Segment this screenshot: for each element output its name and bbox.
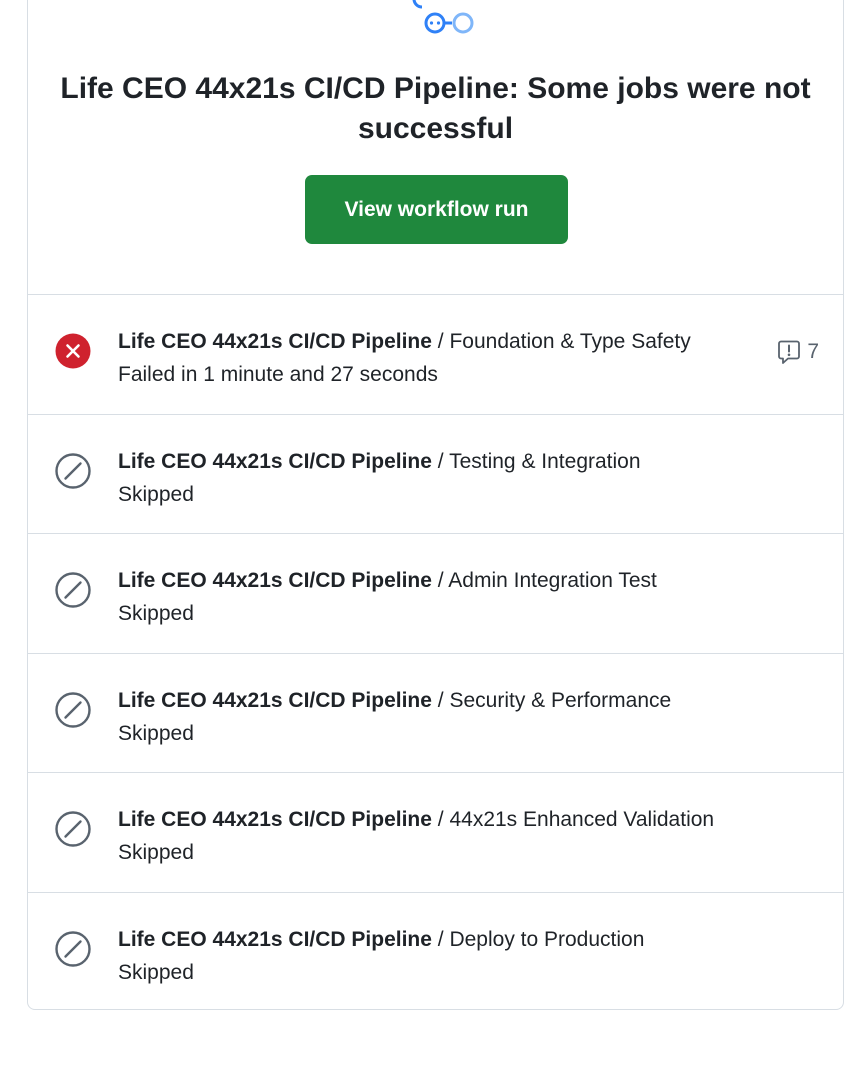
- comment-alert-icon: [778, 340, 801, 364]
- job-title: Life CEO 44x21s CI/CD Pipeline / Securit…: [118, 684, 753, 717]
- job-status: Skipped: [118, 602, 194, 625]
- skip-icon: [55, 811, 91, 847]
- job-text: Life CEO 44x21s CI/CD Pipeline / Deploy …: [118, 923, 753, 989]
- annotations-number: 7: [807, 340, 819, 363]
- job-title: Life CEO 44x21s CI/CD Pipeline / 44x21s …: [118, 803, 753, 836]
- view-workflow-run-button[interactable]: View workflow run: [305, 175, 568, 244]
- job-text: Life CEO 44x21s CI/CD Pipeline / Foundat…: [118, 325, 753, 391]
- job-name: / Foundation & Type Safety: [431, 330, 691, 353]
- x-circle-fill-icon: [55, 333, 91, 369]
- job-row[interactable]: Life CEO 44x21s CI/CD Pipeline / Foundat…: [28, 295, 843, 415]
- job-title: Life CEO 44x21s CI/CD Pipeline / Admin I…: [118, 564, 753, 597]
- jobs-list: Life CEO 44x21s CI/CD Pipeline / Foundat…: [28, 295, 843, 1012]
- job-row[interactable]: Life CEO 44x21s CI/CD Pipeline / Testing…: [28, 415, 843, 534]
- job-row[interactable]: Life CEO 44x21s CI/CD Pipeline / 44x21s …: [28, 773, 843, 893]
- job-status: Failed in 1 minute and 27 seconds: [118, 363, 438, 386]
- job-name: / Security & Performance: [431, 688, 672, 712]
- job-workflow-name: Life CEO 44x21s CI/CD Pipeline: [118, 927, 432, 951]
- job-name: / Admin Integration Test: [431, 569, 657, 592]
- job-name: / Testing & Integration: [431, 449, 641, 473]
- job-title: Life CEO 44x21s CI/CD Pipeline / Testing…: [118, 445, 753, 478]
- job-row[interactable]: Life CEO 44x21s CI/CD Pipeline / Securit…: [28, 654, 843, 773]
- job-workflow-name: Life CEO 44x21s CI/CD Pipeline: [118, 449, 432, 473]
- job-workflow-name: Life CEO 44x21s CI/CD Pipeline: [118, 569, 432, 592]
- annotations-count[interactable]: 7: [775, 337, 819, 367]
- job-row[interactable]: Life CEO 44x21s CI/CD Pipeline / Admin I…: [28, 534, 843, 654]
- job-name: / 44x21s Enhanced Validation: [431, 808, 715, 831]
- skip-icon: [55, 452, 91, 489]
- skip-icon: [55, 691, 91, 728]
- job-text: Life CEO 44x21s CI/CD Pipeline / Testing…: [118, 445, 753, 511]
- job-title: Life CEO 44x21s CI/CD Pipeline / Foundat…: [118, 325, 753, 358]
- skip-icon: [55, 930, 91, 967]
- job-workflow-name: Life CEO 44x21s CI/CD Pipeline: [118, 688, 432, 712]
- card-header: Life CEO 44x21s CI/CD Pipeline: Some job…: [28, 0, 843, 295]
- job-row[interactable]: Life CEO 44x21s CI/CD Pipeline / Deploy …: [28, 893, 843, 1013]
- job-workflow-name: Life CEO 44x21s CI/CD Pipeline: [118, 330, 432, 353]
- job-workflow-name: Life CEO 44x21s CI/CD Pipeline: [118, 808, 432, 831]
- job-status: Skipped: [118, 482, 194, 506]
- job-title: Life CEO 44x21s CI/CD Pipeline / Deploy …: [118, 923, 753, 956]
- job-text: Life CEO 44x21s CI/CD Pipeline / 44x21s …: [118, 803, 753, 869]
- job-text: Life CEO 44x21s CI/CD Pipeline / Admin I…: [118, 564, 753, 630]
- workflow-icon: [412, 0, 474, 34]
- skip-icon: [55, 572, 91, 608]
- workflow-notification-card: Life CEO 44x21s CI/CD Pipeline: Some job…: [27, 0, 844, 1010]
- job-text: Life CEO 44x21s CI/CD Pipeline / Securit…: [118, 684, 753, 750]
- page-title: Life CEO 44x21s CI/CD Pipeline: Some job…: [60, 72, 811, 145]
- job-name: / Deploy to Production: [431, 927, 645, 951]
- job-status: Skipped: [118, 960, 194, 984]
- job-status: Skipped: [118, 721, 194, 745]
- job-status: Skipped: [118, 841, 194, 864]
